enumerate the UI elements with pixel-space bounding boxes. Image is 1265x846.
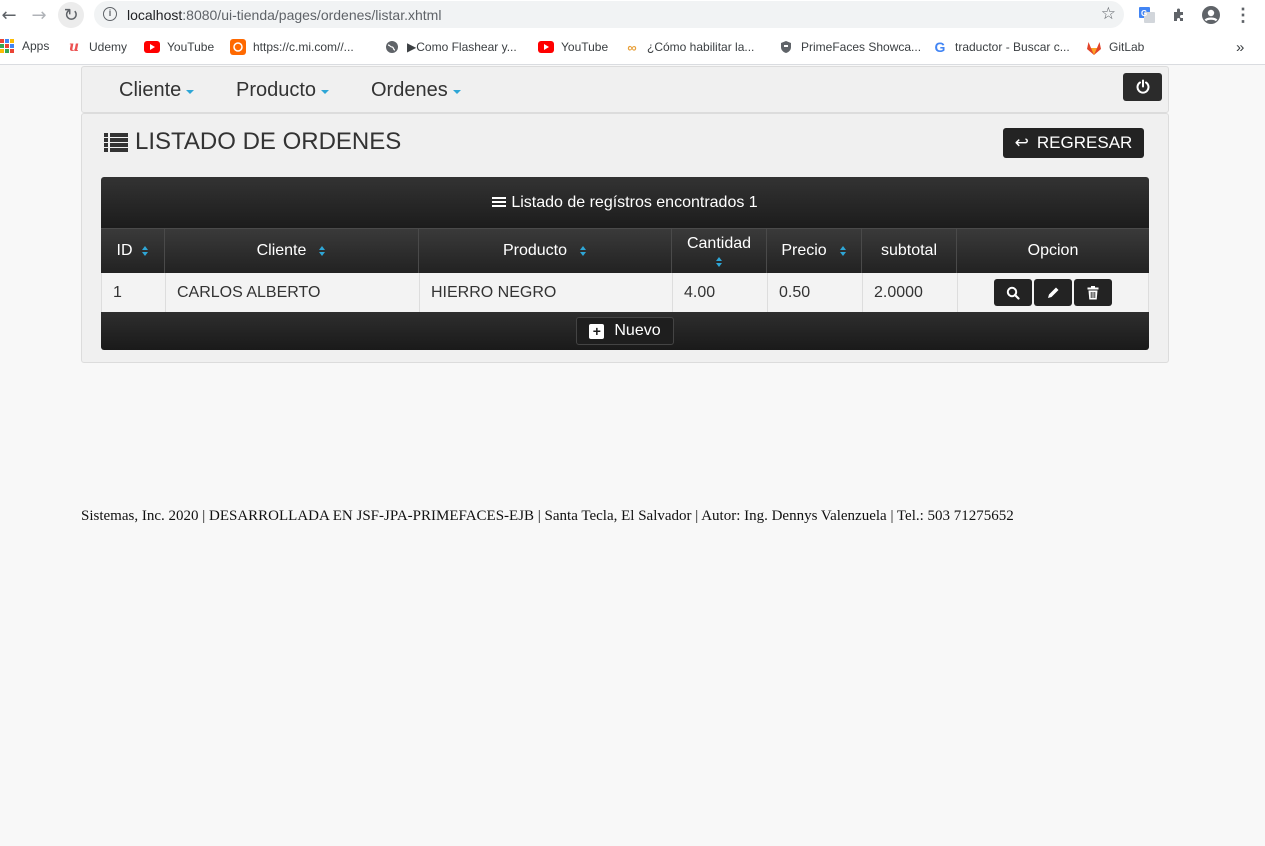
table-header-row: ID Cliente Producto Cantidad Precio subt… bbox=[101, 228, 1149, 273]
bookmark-habilitar[interactable]: ∞ ¿Cómo habilitar la... bbox=[624, 39, 754, 55]
page-title: LISTADO DE ORDENES bbox=[104, 128, 401, 156]
browser-toolbar: ← → ↻ i localhost:8080/ui-tienda/pages/o… bbox=[0, 0, 1265, 30]
trash-icon bbox=[1087, 285, 1099, 299]
cell-actions bbox=[958, 273, 1148, 312]
sort-icon bbox=[579, 246, 587, 256]
url-text[interactable]: localhost:8080/ui-tienda/pages/ordenes/l… bbox=[127, 7, 441, 23]
regresar-button[interactable]: ↩ REGRESAR bbox=[1003, 128, 1144, 158]
bookmark-udemy[interactable]: u Udemy bbox=[66, 39, 127, 55]
kebab-menu-icon[interactable]: ⋮ bbox=[1233, 5, 1253, 25]
cell-producto: HIERRO NEGRO bbox=[420, 273, 673, 312]
bookmarks-overflow-button[interactable]: » bbox=[1236, 39, 1244, 56]
ordenes-panel: LISTADO DE ORDENES ↩ REGRESAR Listado de… bbox=[81, 113, 1169, 363]
link-icon: ∞ bbox=[627, 39, 637, 55]
mi-icon bbox=[230, 39, 246, 55]
caret-down-icon bbox=[321, 89, 330, 94]
udemy-icon: u bbox=[68, 39, 80, 55]
search-icon bbox=[1006, 286, 1020, 300]
globe-icon bbox=[384, 39, 400, 55]
apps-grid-icon bbox=[0, 39, 14, 53]
primefaces-icon bbox=[778, 39, 794, 55]
power-icon bbox=[1136, 79, 1149, 94]
bookmark-apps[interactable]: Apps bbox=[0, 39, 49, 53]
column-header-subtotal: subtotal bbox=[862, 229, 957, 273]
bookmark-mi[interactable]: https://c.mi.com//... bbox=[230, 39, 354, 55]
cell-cliente: CARLOS ALBERTO bbox=[166, 273, 420, 312]
main-menubar: Cliente Producto Ordenes bbox=[81, 66, 1169, 113]
table-footer: + Nuevo bbox=[101, 312, 1149, 350]
puzzle-extensions-icon[interactable] bbox=[1169, 5, 1189, 25]
bookmark-primefaces[interactable]: PrimeFaces Showca... bbox=[778, 39, 921, 55]
column-header-cantidad[interactable]: Cantidad bbox=[672, 229, 767, 273]
sort-icon bbox=[839, 246, 847, 256]
cell-cantidad: 4.00 bbox=[673, 273, 768, 312]
info-icon[interactable]: i bbox=[103, 7, 117, 21]
column-header-cliente[interactable]: Cliente bbox=[165, 229, 419, 273]
youtube-icon bbox=[538, 39, 554, 55]
column-header-opcion: Opcion bbox=[1027, 242, 1079, 259]
bars-icon bbox=[492, 197, 507, 208]
account-icon[interactable] bbox=[1201, 5, 1221, 25]
menu-ordenes[interactable]: Ordenes bbox=[371, 79, 461, 102]
svg-text:G: G bbox=[1141, 9, 1147, 18]
bookmark-flashear[interactable]: ▶Como Flashear y... bbox=[384, 39, 517, 55]
delete-button[interactable] bbox=[1074, 279, 1112, 306]
column-header-id[interactable]: ID bbox=[101, 229, 165, 273]
translate-icon[interactable]: G bbox=[1137, 5, 1157, 25]
sort-icon bbox=[141, 246, 149, 256]
menu-cliente[interactable]: Cliente bbox=[119, 79, 195, 102]
forward-arrow-icon[interactable]: → bbox=[27, 3, 51, 27]
cell-precio: 0.50 bbox=[768, 273, 863, 312]
bookmark-youtube-1[interactable]: YouTube bbox=[144, 39, 214, 55]
youtube-icon bbox=[144, 39, 160, 55]
list-icon bbox=[104, 132, 128, 152]
footer-text: Sistemas, Inc. 2020 | DESARROLLADA EN JS… bbox=[81, 508, 1014, 524]
view-button[interactable] bbox=[994, 279, 1032, 306]
bookmarks-bar: Apps u Udemy YouTube https://c.mi.com//.… bbox=[0, 30, 1265, 65]
sort-icon bbox=[715, 257, 723, 267]
cell-subtotal: 2.0000 bbox=[863, 273, 958, 312]
nuevo-button[interactable]: + Nuevo bbox=[576, 317, 674, 345]
back-arrow-icon[interactable]: ← bbox=[0, 3, 21, 27]
reply-icon: ↩ bbox=[1014, 133, 1029, 153]
address-bar[interactable]: i localhost:8080/ui-tienda/pages/ordenes… bbox=[94, 1, 1124, 28]
caret-down-icon bbox=[452, 89, 461, 94]
table-row: 1 CARLOS ALBERTO HIERRO NEGRO 4.00 0.50 … bbox=[101, 273, 1149, 312]
gitlab-icon bbox=[1086, 39, 1102, 55]
plus-icon: + bbox=[589, 323, 605, 339]
menu-producto[interactable]: Producto bbox=[236, 79, 330, 102]
cell-id: 1 bbox=[102, 273, 166, 312]
bookmark-youtube-2[interactable]: YouTube bbox=[538, 39, 608, 55]
bookmark-gitlab[interactable]: GitLab bbox=[1086, 39, 1144, 55]
pencil-icon bbox=[1048, 287, 1059, 298]
column-header-precio[interactable]: Precio bbox=[767, 229, 862, 273]
google-icon: G bbox=[934, 39, 946, 55]
ordenes-table: Listado de regístros encontrados 1 ID Cl… bbox=[101, 177, 1149, 350]
star-icon[interactable]: ☆ bbox=[1101, 4, 1116, 24]
table-caption: Listado de regístros encontrados 1 bbox=[101, 177, 1149, 228]
sort-icon bbox=[318, 246, 326, 256]
caret-down-icon bbox=[186, 89, 195, 94]
edit-button[interactable] bbox=[1034, 279, 1072, 306]
column-header-producto[interactable]: Producto bbox=[419, 229, 672, 273]
bookmark-traductor[interactable]: G traductor - Buscar c... bbox=[932, 39, 1070, 55]
logout-button[interactable] bbox=[1123, 73, 1162, 101]
reload-icon[interactable]: ↻ bbox=[58, 2, 84, 28]
